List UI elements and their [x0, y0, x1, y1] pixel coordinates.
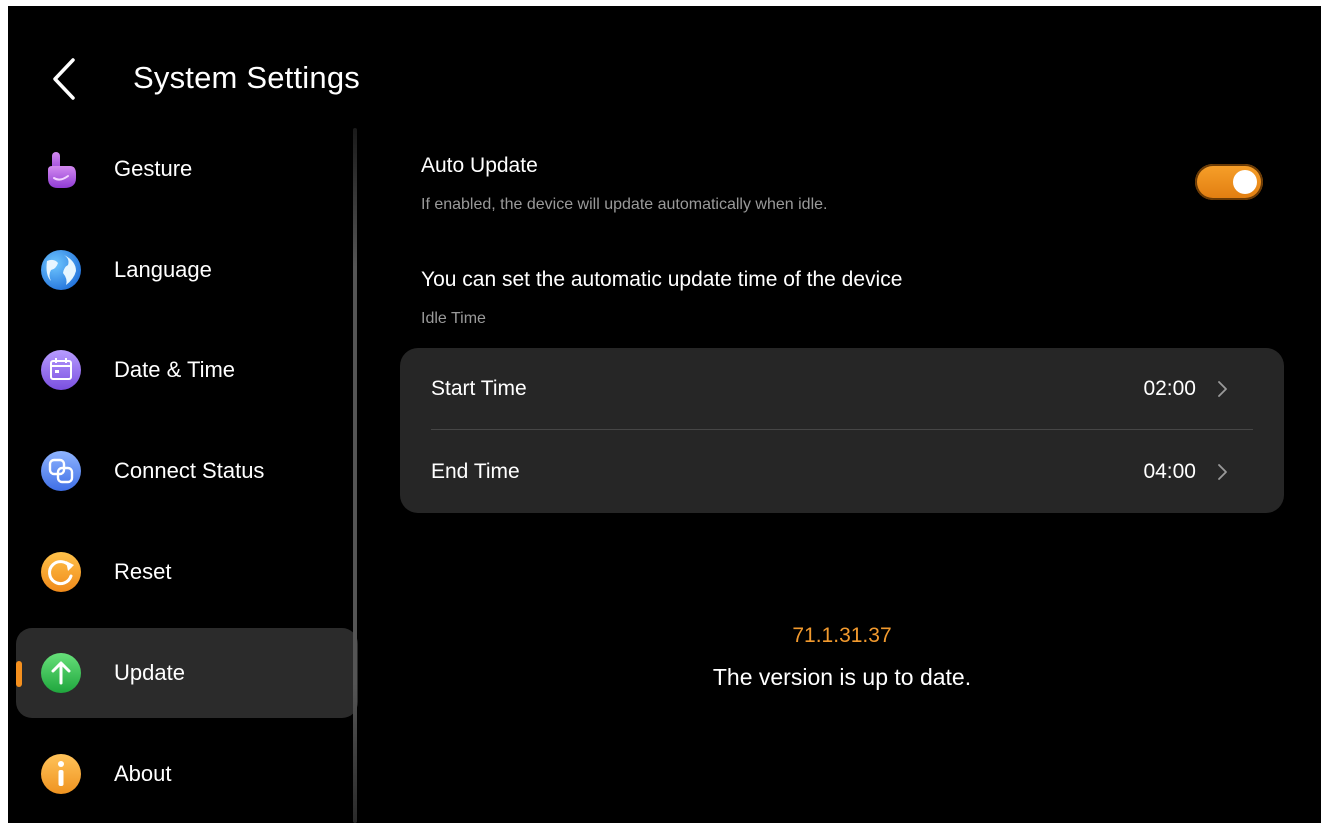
- chevron-right-icon: [1218, 464, 1227, 480]
- page-title: System Settings: [133, 60, 360, 95]
- update-panel: Auto Update If enabled, the device will …: [400, 124, 1300, 823]
- chevron-left-icon: [53, 58, 75, 100]
- settings-screen: System Settings Gesture Language Date & …: [8, 6, 1321, 823]
- start-time-value: 02:00: [1143, 377, 1196, 400]
- hand-pointer-icon: [40, 148, 82, 190]
- end-time-row[interactable]: End Time 04:00: [400, 431, 1284, 513]
- start-time-row[interactable]: Start Time 02:00: [400, 348, 1284, 430]
- time-card: Start Time 02:00 End Time 04:00: [400, 348, 1284, 513]
- sidebar-item-gesture[interactable]: Gesture: [16, 124, 358, 214]
- sidebar-item-label: Language: [114, 257, 212, 282]
- sidebar-item-date-time[interactable]: Date & Time: [16, 325, 358, 415]
- sidebar-item-connect-status[interactable]: Connect Status: [16, 426, 358, 516]
- toggle-knob: [1233, 170, 1257, 194]
- sidebar-item-update[interactable]: Update: [16, 628, 358, 718]
- auto-update-description: If enabled, the device will update autom…: [421, 196, 828, 213]
- sidebar-item-label: Connect Status: [114, 458, 265, 483]
- end-time-value: 04:00: [1143, 460, 1196, 483]
- sidebar: Gesture Language Date & Time Connect Sta…: [8, 124, 360, 823]
- auto-update-title: Auto Update: [421, 154, 538, 177]
- back-button[interactable]: [46, 56, 82, 102]
- version-status: The version is up to date.: [712, 664, 972, 690]
- sidebar-item-language[interactable]: Language: [16, 225, 358, 315]
- idle-time-label: Idle Time: [421, 310, 486, 327]
- sidebar-item-label: About: [114, 761, 172, 786]
- info-icon: [40, 753, 82, 795]
- end-time-label: End Time: [431, 460, 520, 483]
- sidebar-item-about[interactable]: About: [16, 729, 358, 819]
- calendar-icon: [40, 349, 82, 391]
- selected-indicator: [16, 661, 22, 687]
- sidebar-item-label: Update: [114, 660, 185, 685]
- chevron-right-icon: [1218, 381, 1227, 397]
- link-squares-icon: [40, 450, 82, 492]
- sidebar-item-label: Reset: [114, 559, 172, 584]
- sidebar-item-label: Gesture: [114, 156, 193, 181]
- sidebar-item-reset[interactable]: Reset: [16, 527, 358, 617]
- schedule-heading: You can set the automatic update time of…: [421, 268, 903, 291]
- row-divider: [431, 429, 1253, 430]
- version-number: 71.1.31.37: [792, 624, 892, 647]
- reset-icon: [40, 551, 82, 593]
- sidebar-item-label: Date & Time: [114, 357, 236, 382]
- globe-icon: [40, 249, 82, 291]
- sidebar-divider: [353, 128, 357, 823]
- arrow-up-circle-icon: [40, 652, 82, 694]
- start-time-label: Start Time: [431, 377, 527, 400]
- auto-update-toggle[interactable]: [1195, 164, 1263, 200]
